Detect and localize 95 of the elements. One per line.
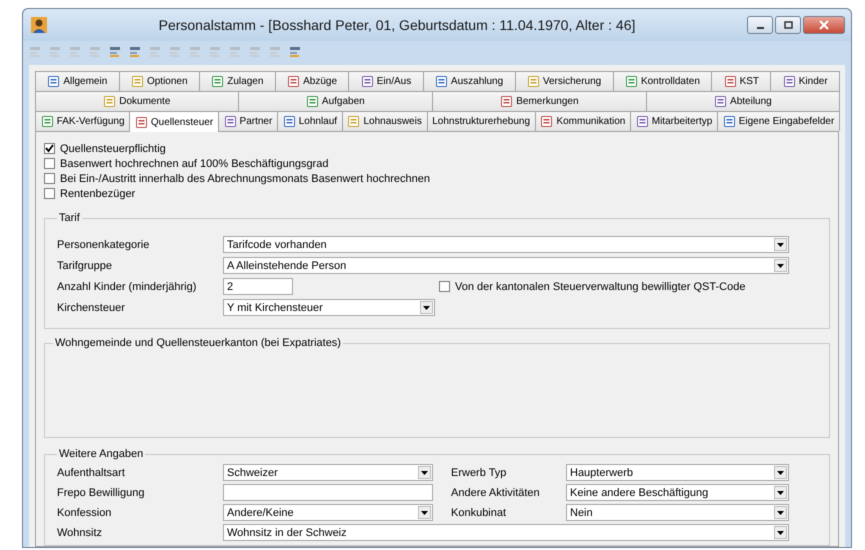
checkbox[interactable]: Basenwert hochrechnen auf 100% Beschäftigungsgrad: [44, 157, 830, 170]
field-label: Aufenthaltsart: [57, 466, 126, 478]
group-title: Tarif: [58, 212, 81, 224]
list-icon: [88, 45, 102, 59]
tab[interactable]: Eigene Eingabefelder: [717, 111, 840, 131]
tab[interactable]: Abzüge: [274, 71, 350, 91]
caret-icon: [777, 490, 784, 494]
tab[interactable]: Zulagen: [198, 71, 276, 91]
checkbox-box[interactable]: [44, 158, 55, 169]
tab[interactable]: Lohnstrukturerhebung: [426, 111, 536, 131]
list-icon: [68, 45, 82, 59]
maximize-icon: [784, 20, 792, 30]
checkbox[interactable]: Quellensteuerpflichtig: [44, 142, 830, 155]
tab[interactable]: KST: [711, 71, 772, 91]
window-title: Personalstamm - [Bosshard Peter, 01, Geburtsdatum : 11.04.1970, Alter : 46]: [158, 17, 636, 33]
caret-icon: [777, 264, 784, 268]
caret-icon: [421, 470, 428, 474]
tab[interactable]: Mitarbeitertyp: [630, 111, 718, 131]
checkbox-label: Quellensteuerpflichtig: [60, 142, 166, 154]
dropdown[interactable]: Y mit Kirchensteuer: [223, 299, 435, 316]
dropdown[interactable]: Keine andere Beschäftigung: [566, 484, 789, 501]
checkbox[interactable]: Rentenbezüger: [44, 187, 830, 200]
list-icon: [228, 45, 242, 59]
field-label: Wohnsitz: [57, 526, 104, 538]
person-icon: [31, 17, 47, 33]
tab[interactable]: Kontrolldaten: [612, 71, 712, 91]
input-field[interactable]: [223, 484, 433, 501]
tab[interactable]: Allgemein: [35, 71, 120, 91]
maximize-button[interactable]: [775, 16, 801, 34]
tab[interactable]: Lohnausweis: [342, 111, 428, 131]
tab[interactable]: Dokumente: [35, 91, 239, 111]
group-title: Weitere Angaben: [58, 448, 144, 460]
list-icon: [108, 45, 122, 59]
field-label: Anzahl Kinder (minderjährig): [57, 280, 198, 292]
field-label: Personenkategorie: [57, 238, 150, 250]
dropdown[interactable]: A Alleinstehende Person: [223, 257, 789, 274]
close-button[interactable]: [803, 16, 845, 34]
checkbox-box[interactable]: [44, 143, 55, 154]
toolbar-button[interactable]: [107, 44, 123, 60]
list-icon: [128, 45, 142, 59]
group-title: Wohngemeinde und Quellensteuerkanton (bei Expatriates): [54, 337, 342, 349]
field-label: Kirchensteuer: [57, 302, 126, 314]
field-label: Konfession: [57, 506, 112, 518]
tab[interactable]: Ein/Aus: [348, 71, 424, 91]
field-label: Andere Aktivitäten: [451, 486, 541, 498]
minimize-button[interactable]: [747, 16, 773, 34]
list-icon: [268, 45, 282, 59]
input-field[interactable]: 2: [223, 278, 293, 295]
tab[interactable]: Abteilung: [646, 91, 840, 111]
field-label: Konkubinat: [451, 506, 508, 518]
list-icon: [168, 45, 182, 59]
checkbox-box[interactable]: [44, 188, 55, 199]
tab[interactable]: Kinder: [770, 71, 840, 91]
checkbox-label: Bei Ein-/Austritt innerhalb des Abrechnungsmonats Basenwert hochrechnen: [60, 172, 430, 184]
list-icon: [148, 45, 162, 59]
field-label: Erwerb Typ: [451, 466, 508, 478]
tab[interactable]: FAK-Verfügung: [35, 111, 130, 131]
dropdown[interactable]: Nein: [566, 504, 789, 521]
toolbar-button[interactable]: [287, 44, 303, 60]
list-icon: [288, 45, 302, 59]
caret-icon: [423, 306, 430, 310]
tab[interactable]: Optionen: [118, 71, 200, 91]
tab[interactable]: Aufgaben: [238, 91, 433, 111]
list-icon: [248, 45, 262, 59]
caret-icon: [421, 510, 428, 514]
checkbox-label: Rentenbezüger: [60, 188, 136, 200]
checkbox[interactable]: Bei Ein-/Austritt innerhalb des Abrechnungsmonats Basenwert hochrechnen: [44, 172, 830, 185]
checkbox-box[interactable]: [44, 173, 55, 184]
tab[interactable]: Kommunikation: [534, 111, 632, 131]
toolbar-button[interactable]: [127, 44, 143, 60]
field-label: Frepo Bewilligung: [57, 486, 146, 498]
checkbox-box[interactable]: [439, 281, 450, 292]
dropdown[interactable]: Haupterwerb: [566, 464, 789, 481]
tab[interactable]: Lohnlauf: [277, 111, 343, 131]
dropdown[interactable]: Schweizer: [223, 464, 433, 481]
close-icon: [819, 20, 829, 30]
dropdown[interactable]: Tarifcode vorhanden: [223, 236, 789, 253]
checkbox-label: Basenwert hochrechnen auf 100% Beschäftigungsgrad: [60, 158, 328, 170]
tab[interactable]: Auszahlung: [422, 71, 516, 91]
minimize-icon: [756, 26, 764, 28]
tab[interactable]: Versicherung: [514, 71, 614, 91]
caret-icon: [777, 530, 784, 534]
tab[interactable]: Quellensteuer: [129, 111, 219, 132]
list-icon: [28, 45, 42, 59]
tab[interactable]: Partner: [218, 111, 278, 131]
list-icon: [48, 45, 62, 59]
tab[interactable]: Bemerkungen: [432, 91, 647, 111]
list-icon: [188, 45, 202, 59]
field-label: Tarifgruppe: [57, 260, 114, 272]
dropdown[interactable]: Andere/Keine: [223, 504, 433, 521]
caret-icon: [777, 510, 784, 514]
caret-icon: [777, 242, 784, 246]
list-icon: [208, 45, 222, 59]
caret-icon: [777, 470, 784, 474]
dropdown[interactable]: Wohnsitz in der Schweiz: [223, 524, 789, 541]
